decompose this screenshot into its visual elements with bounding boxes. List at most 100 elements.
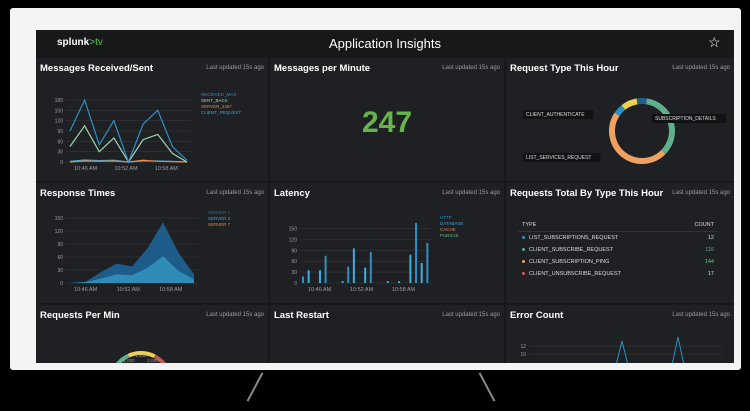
x-tick-label: 10:52 AM — [117, 287, 141, 293]
panel-error-count[interactable]: Error Count Last updated 15s ago 10 12 — [506, 305, 734, 363]
panel-title: Request Type This Hour — [510, 63, 619, 74]
panel-title: Requests Per Min — [40, 310, 120, 321]
series-dot-icon — [522, 272, 525, 276]
slice-label: SUBSCRIPTION_DETAILS — [655, 116, 716, 122]
table-row[interactable]: CLIENT_SUBSCRIPTION_PING 144 — [518, 256, 718, 268]
bar — [398, 281, 401, 283]
bar — [409, 254, 412, 283]
gauge-tick-label: 1,000 — [123, 358, 135, 363]
type-cell: CLIENT_UNSUBSCRIBE_REQUEST — [518, 268, 677, 280]
x-tick-label: 10:58 AM — [159, 287, 183, 293]
panel-request-type[interactable]: Request Type This Hour Last updated 15s … — [506, 58, 734, 181]
count-cell: 17 — [707, 271, 714, 277]
panel-requests-total[interactable]: Requests Total By Type This Hour Last up… — [506, 183, 734, 303]
bar — [307, 270, 310, 283]
panel-requests-per-min[interactable]: Requests Per Min Last updated 15s ago 1,… — [36, 305, 268, 363]
type-cell: CLIENT_SUBSCRIBE_REQUEST — [518, 244, 677, 256]
bar — [352, 248, 355, 283]
bar — [386, 281, 389, 283]
panel-messages-per-minute[interactable]: Messages per Minute Last updated 15s ago… — [270, 58, 504, 181]
bar — [415, 223, 418, 283]
bar — [318, 270, 321, 283]
last-updated: Last updated 15s ago — [442, 190, 500, 196]
donut-chart: SUBSCRIPTION_DETAILS LIST_SERVICES_REQUES… — [523, 98, 726, 164]
dashboard-screen: splunk>tv Application Insights ☆ Message… — [36, 30, 734, 363]
legend-item: SERVER 7 — [208, 222, 231, 227]
y-tick-label: 30 — [57, 268, 63, 274]
star-icon[interactable]: ☆ — [708, 34, 721, 51]
header: splunk>tv Application Insights ☆ — [36, 30, 734, 58]
panel-title: Messages per Minute — [274, 63, 371, 74]
last-updated: Last updated 15s ago — [672, 65, 730, 71]
donut-slice — [645, 98, 675, 155]
latency-chart: 0 30 60 90 120 150 10:46 AM 10:52 AM 10:58 AM HTT… — [289, 215, 464, 293]
panel-messages[interactable]: Messages Received/Sent Last updated 15s … — [36, 58, 268, 181]
y-tick-label: 0 — [60, 281, 63, 287]
y-tick-label: 30 — [291, 270, 297, 276]
gauge-tick-label: 2,000 — [147, 358, 159, 363]
panel-title: Messages Received/Sent — [40, 63, 154, 74]
x-tick-label: 10:52 AM — [350, 287, 374, 293]
donut-slice — [621, 98, 638, 110]
page-title: Application Insights — [328, 36, 441, 51]
bar — [369, 252, 372, 283]
y-tick-label: 150 — [289, 226, 298, 232]
x-tick-label: 10:46 AM — [308, 287, 332, 293]
panel-response-times[interactable]: Response Times Last updated 15s ago 0 30 6… — [36, 183, 268, 303]
x-tick-label: 10:46 AM — [74, 287, 98, 293]
bar — [364, 267, 367, 283]
legend-item: SERVER_2457 — [201, 104, 232, 109]
y-tick-label: 150 — [55, 108, 64, 114]
tv-frame: splunk>tv Application Insights ☆ Message… — [10, 8, 741, 370]
panel-title: Error Count — [510, 310, 564, 321]
legend-item: RECEIVED_MAX — [201, 92, 236, 97]
panel-last-restart[interactable]: Last Restart Last updated 15s ago — [270, 305, 504, 363]
y-tick-label: 180 — [55, 98, 64, 104]
legend-item: PUBSUB — [440, 233, 459, 238]
table-row[interactable]: LIST_SUBSCRIPTIONS_REQUEST 12 — [518, 232, 718, 245]
y-tick-label: 120 — [289, 237, 298, 243]
slice-label: CLIENT_AUTHENTICATE — [526, 112, 585, 118]
last-updated: Last updated 15s ago — [672, 190, 730, 196]
x-tick-label: 10:58 AM — [392, 287, 416, 293]
x-tick-label: 10:52 AM — [114, 166, 138, 172]
type-cell: CLIENT_SUBSCRIPTION_PING — [518, 256, 677, 268]
x-tick-label: 10:58 AM — [155, 166, 179, 172]
type-label: CLIENT_UNSUBSCRIBE_REQUEST — [529, 271, 621, 277]
table-row[interactable]: CLIENT_SUBSCRIBE_REQUEST 116 — [518, 244, 718, 256]
legend-item: CLIENT_REQUEST — [201, 110, 242, 115]
y-tick-label: 0 — [294, 281, 297, 287]
series-line — [615, 336, 685, 363]
legend-item: SENT_BACK — [201, 98, 228, 103]
last-updated: Last updated 15s ago — [442, 65, 500, 71]
last-updated: Last updated 15s ago — [672, 312, 730, 318]
legend-item: DATABASE — [440, 221, 463, 226]
y-tick-label: 120 — [55, 119, 64, 125]
requests-table: TYPE COUNT LIST_SUBSCRIPTIONS_REQUEST 12 CL… — [518, 219, 718, 280]
type-label: LIST_SUBSCRIPTIONS_REQUEST — [529, 235, 619, 241]
slice-label: LIST_SERVICES_REQUEST — [526, 155, 592, 161]
column-header-type[interactable]: TYPE — [518, 219, 678, 232]
panel-latency[interactable]: Latency Last updated 15s ago 0 30 60 90 120 1… — [270, 183, 504, 303]
legend-item: SERVER 3 — [208, 216, 231, 221]
single-value: 247 — [361, 106, 413, 139]
y-tick-label: 10 — [520, 352, 526, 358]
table-row[interactable]: CLIENT_UNSUBSCRIBE_REQUEST 17 — [518, 268, 718, 280]
legend-item: CACHE — [440, 227, 456, 232]
bar — [324, 255, 327, 283]
y-tick-label: 0 — [60, 160, 63, 166]
bar — [347, 266, 350, 283]
count-cell: 12 — [707, 235, 714, 241]
panel-title: Last Restart — [274, 310, 329, 321]
type-label: CLIENT_SUBSCRIBE_REQUEST — [529, 247, 614, 253]
y-tick-label: 60 — [57, 139, 63, 145]
messages-chart: 0 30 60 90 120 150 180 10:46 AM 10:52 AM 10:58 AM… — [55, 92, 242, 172]
y-tick-label: 90 — [57, 129, 63, 135]
series-dot-icon — [522, 236, 525, 240]
tv-stand-leg — [478, 372, 496, 402]
column-header-count[interactable]: COUNT — [677, 219, 718, 232]
type-label: CLIENT_SUBSCRIPTION_PING — [529, 259, 610, 265]
y-tick-label: 90 — [291, 248, 297, 254]
series-dot-icon — [522, 260, 525, 264]
y-tick-label: 12 — [520, 344, 526, 350]
